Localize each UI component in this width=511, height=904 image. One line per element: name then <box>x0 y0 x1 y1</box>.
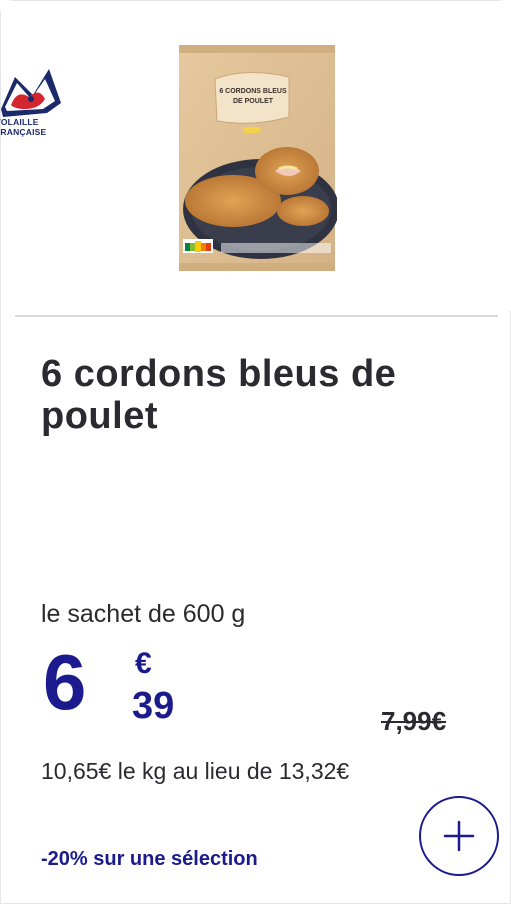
old-price: 7,99€ <box>381 706 447 736</box>
package-text-1: 6 CORDONS BLEUS <box>219 88 287 95</box>
product-title[interactable]: 6 cordons bleus de poulet <box>41 353 481 437</box>
price-integer: 6 <box>43 638 87 726</box>
price-per-kg: 10,65€ le kg au lieu de 13,32€ <box>41 758 350 784</box>
price-currency: € <box>135 647 152 680</box>
unit-label: le sachet de 600 g <box>41 600 246 628</box>
price-decimal: 39 <box>132 685 175 727</box>
product-card[interactable]: VOLAILLE FRANÇAISE 6 CORDONS BLEUS DE PO… <box>0 0 511 904</box>
product-package-image: 6 CORDONS BLEUS DE POULET <box>179 45 337 271</box>
label-text: VOLAILLE FRANÇAISE <box>0 117 47 137</box>
volaille-francaise-logo <box>1 69 61 117</box>
plus-icon <box>443 820 475 852</box>
divider <box>15 315 498 317</box>
add-to-cart-button[interactable] <box>419 796 499 876</box>
package-text-2: DE POULET <box>233 98 274 105</box>
promo-label[interactable]: -20% sur une sélection <box>41 847 258 871</box>
product-image-area: VOLAILLE FRANÇAISE 6 CORDONS BLEUS DE PO… <box>0 1 511 311</box>
